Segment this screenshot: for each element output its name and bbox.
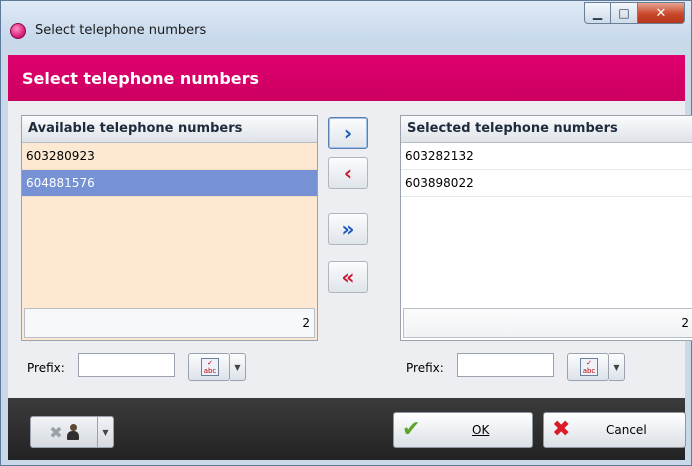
close-button[interactable]: ✕ <box>638 2 685 24</box>
right-spellcheck-button[interactable]: ✓ abc <box>567 353 609 381</box>
content-area: Available telephone numbers 603280923 60… <box>8 101 692 398</box>
double-chevron-left-icon: « <box>341 265 355 289</box>
list-item-selected[interactable]: 604881576 <box>22 170 317 197</box>
maximize-icon: □ <box>618 6 630 20</box>
remove-user-button[interactable]: ✖ <box>30 416 98 448</box>
dialog-header: Select telephone numbers <box>8 55 685 101</box>
chevron-down-icon: ▼ <box>613 362 620 372</box>
available-count: 2 <box>24 308 315 338</box>
list-item[interactable]: 603282132 <box>401 143 692 170</box>
dialog-footer: ✖ ▼ ✔ OK ✖ Cancel <box>8 398 686 460</box>
selected-column-header[interactable]: Selected telephone numbers <box>401 116 692 143</box>
chevron-down-icon: ▼ <box>234 362 241 372</box>
selected-count: 2 <box>403 308 692 338</box>
cross-icon: ✖ <box>552 417 571 442</box>
dialog-window: Select telephone numbers ▁ □ ✕ Select te… <box>0 0 692 466</box>
prefix-label: Prefix: <box>406 361 444 375</box>
cross-icon: ✖ <box>49 422 63 442</box>
window-title: Select telephone numbers <box>35 23 207 38</box>
left-prefix-input[interactable] <box>78 353 175 377</box>
left-spellcheck-button[interactable]: ✓ abc <box>188 353 230 381</box>
app-icon <box>10 23 26 39</box>
minimize-button[interactable]: ▁ <box>584 2 611 24</box>
page-title: Select telephone numbers <box>22 69 260 88</box>
available-column-header[interactable]: Available telephone numbers <box>22 116 317 143</box>
left-prefix-area: Prefix: ✓ abc ▼ <box>21 347 318 393</box>
ok-button[interactable]: ✔ OK <box>393 412 533 448</box>
remove-all-button[interactable]: « <box>328 261 368 293</box>
chevron-right-icon: › <box>343 121 353 145</box>
close-icon: ✕ <box>655 5 667 21</box>
add-all-button[interactable]: » <box>328 213 368 245</box>
spellcheck-icon: ✓ abc <box>580 358 598 376</box>
spellcheck-icon: ✓ abc <box>201 358 219 376</box>
selected-numbers-list[interactable]: Selected telephone numbers 603282132 603… <box>400 115 692 341</box>
window-controls: ▁ □ ✕ <box>584 2 685 28</box>
double-chevron-right-icon: » <box>341 217 355 241</box>
right-spellcheck-dropdown[interactable]: ▼ <box>609 353 625 381</box>
prefix-label: Prefix: <box>27 361 65 375</box>
cancel-label: Cancel <box>606 423 647 437</box>
cancel-button[interactable]: ✖ Cancel <box>543 412 686 448</box>
list-item[interactable]: 603898022 <box>401 170 692 197</box>
maximize-button[interactable]: □ <box>611 2 638 24</box>
minimize-icon: ▁ <box>592 6 603 20</box>
left-spellcheck-dropdown[interactable]: ▼ <box>230 353 246 381</box>
list-item[interactable]: 603280923 <box>22 143 317 170</box>
chevron-down-icon: ▼ <box>102 427 109 437</box>
right-prefix-area: Prefix: ✓ abc ▼ <box>400 347 692 393</box>
user-icon <box>66 424 79 440</box>
remove-selected-button[interactable]: ‹ <box>328 157 368 189</box>
title-bar: Select telephone numbers ▁ □ ✕ <box>1 1 691 41</box>
user-dropdown[interactable]: ▼ <box>98 416 114 448</box>
chevron-left-icon: ‹ <box>343 161 353 185</box>
add-selected-button[interactable]: › <box>328 117 368 149</box>
check-icon: ✔ <box>402 417 421 442</box>
available-numbers-list[interactable]: Available telephone numbers 603280923 60… <box>21 115 318 341</box>
right-prefix-input[interactable] <box>457 353 554 377</box>
